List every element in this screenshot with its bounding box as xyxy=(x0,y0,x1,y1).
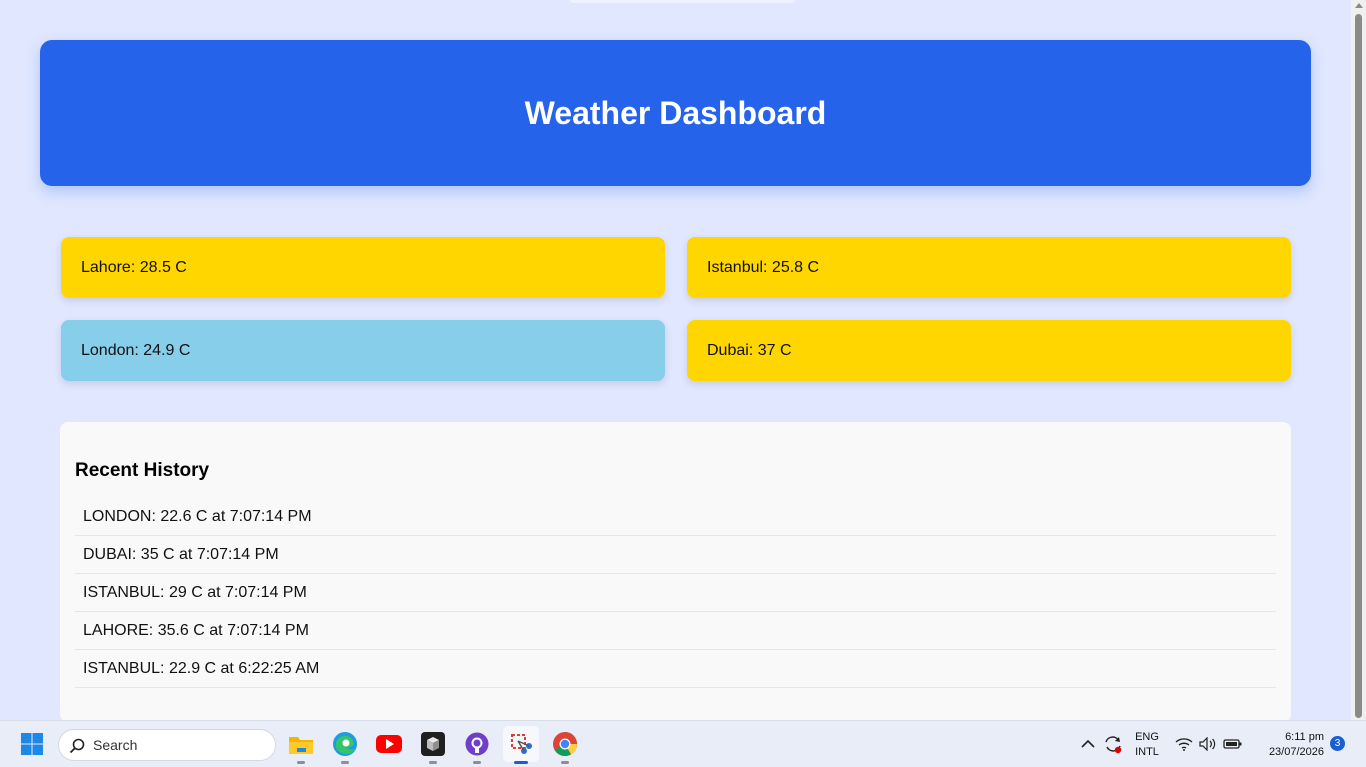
scrollbar-thumb[interactable] xyxy=(1355,14,1362,718)
wifi-icon[interactable] xyxy=(1173,730,1195,758)
youtube-icon[interactable] xyxy=(375,730,403,758)
top-edge xyxy=(570,0,795,3)
header-banner: Weather Dashboard xyxy=(40,40,1311,186)
history-title: Recent History xyxy=(75,460,210,481)
recent-history-panel: Recent History LONDON: 22.6 C at 7:07:14… xyxy=(60,422,1291,720)
page-title: Weather Dashboard xyxy=(524,94,827,131)
running-indicator xyxy=(297,761,305,764)
github-icon[interactable] xyxy=(463,730,491,764)
running-indicator xyxy=(341,761,349,764)
city-card-lahore: Lahore: 28.5 C xyxy=(61,237,665,298)
city-card-label: London: 24.9 C xyxy=(81,341,191,359)
clock[interactable]: 6:11 pm 23/07/2026 xyxy=(1252,730,1324,760)
city-card-dubai: Dubai: 37 C xyxy=(687,320,1291,381)
history-list: LONDON: 22.6 C at 7:07:14 PM DUBAI: 35 C… xyxy=(75,498,1276,688)
clock-time: 6:11 pm xyxy=(1285,731,1324,743)
running-indicator xyxy=(561,761,569,764)
start-icon[interactable] xyxy=(18,730,46,758)
scroll-up-arrow-icon[interactable] xyxy=(1355,3,1363,8)
page: Weather Dashboard Lahore: 28.5 C Istanbu… xyxy=(0,0,1351,720)
chrome-icon[interactable] xyxy=(551,730,579,764)
history-item: LONDON: 22.6 C at 7:07:14 PM xyxy=(75,498,1276,536)
city-card-label: Istanbul: 25.8 C xyxy=(707,258,820,276)
search-icon xyxy=(69,738,85,757)
history-item: ISTANBUL: 22.9 C at 6:22:25 AM xyxy=(75,650,1276,688)
edge-icon[interactable] xyxy=(331,730,359,764)
search-placeholder: Search xyxy=(93,737,138,753)
language-indicator[interactable]: ENG INTL xyxy=(1130,730,1164,760)
history-item: ISTANBUL: 29 C at 7:07:14 PM xyxy=(75,574,1276,612)
notification-badge[interactable]: 3 xyxy=(1330,736,1345,751)
active-indicator xyxy=(514,761,528,764)
running-indicator xyxy=(473,761,481,764)
vertical-scrollbar[interactable] xyxy=(1351,0,1366,720)
notes-app-icon[interactable] xyxy=(419,730,447,764)
city-card-label: Lahore: 28.5 C xyxy=(81,258,187,276)
volume-icon[interactable] xyxy=(1197,730,1219,758)
city-card-london: London: 24.9 C xyxy=(61,320,665,381)
keyboard-layout: INTL xyxy=(1135,746,1159,758)
chevron-up-icon[interactable] xyxy=(1077,730,1099,758)
clock-date: 23/07/2026 xyxy=(1268,746,1324,758)
language-code: ENG xyxy=(1135,731,1159,743)
city-card-istanbul: Istanbul: 25.8 C xyxy=(687,237,1291,298)
file-explorer-icon[interactable] xyxy=(287,730,315,764)
sync-icon[interactable] xyxy=(1101,730,1125,758)
running-indicator xyxy=(429,761,437,764)
battery-icon[interactable] xyxy=(1221,730,1245,758)
snipping-tool-icon[interactable] xyxy=(503,726,539,764)
city-card-label: Dubai: 37 C xyxy=(707,341,792,359)
taskbar-search-box[interactable]: Search xyxy=(58,729,276,761)
taskbar: Search ENG INTL 6:11 pm 23/07/2026 xyxy=(0,720,1366,767)
history-item: LAHORE: 35.6 C at 7:07:14 PM xyxy=(75,612,1276,650)
history-item: DUBAI: 35 C at 7:07:14 PM xyxy=(75,536,1276,574)
